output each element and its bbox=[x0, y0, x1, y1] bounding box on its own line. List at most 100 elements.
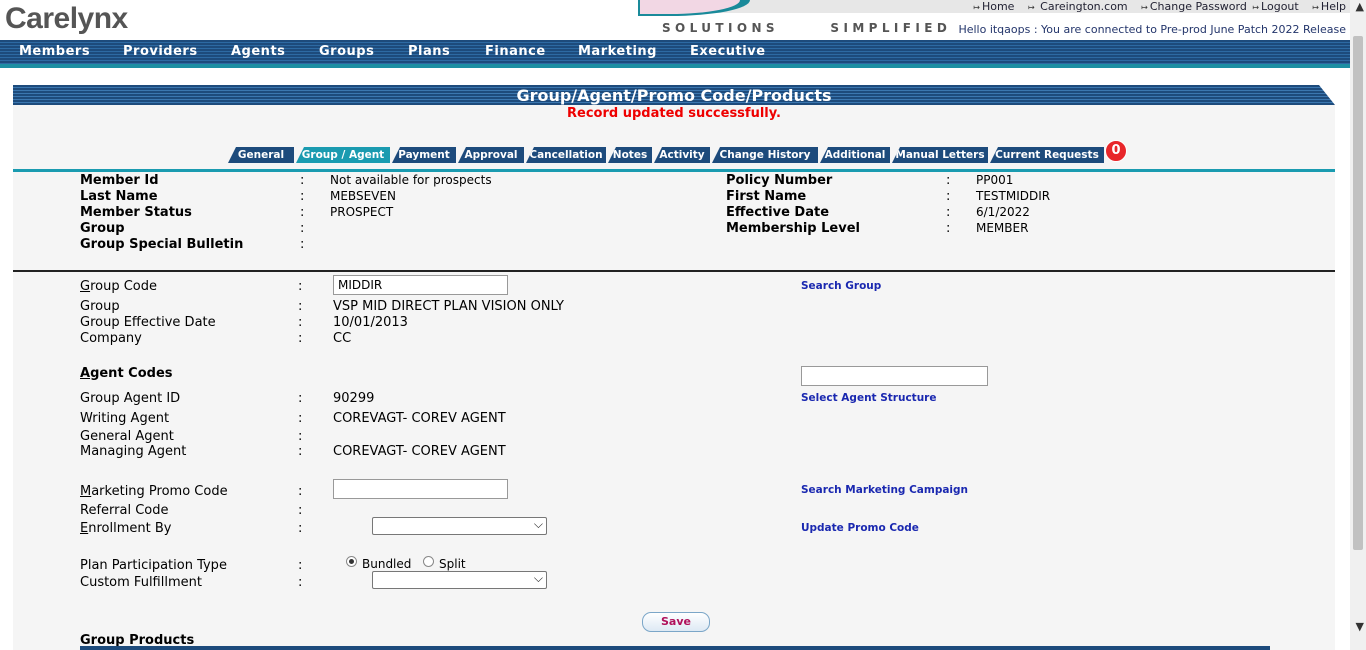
scroll-up-icon[interactable]: ▲ bbox=[1356, 0, 1364, 13]
scrollbar[interactable]: ▲ ▼ bbox=[1350, 0, 1366, 650]
tab-group-agent[interactable]: Group / Agent bbox=[296, 147, 390, 163]
group-bulletin-label: Group Special Bulletin bbox=[80, 237, 244, 252]
tab-change-history[interactable]: Change History bbox=[712, 147, 818, 163]
nav-marketing[interactable]: Marketing bbox=[578, 44, 657, 59]
arrow-icon: ↦ bbox=[1141, 3, 1148, 12]
careington-link[interactable]: ↦ Careington.com bbox=[1028, 0, 1128, 13]
save-button[interactable]: Save bbox=[642, 612, 710, 632]
arrow-icon: ↦ bbox=[973, 3, 980, 12]
plan-participation-label: Plan Participation Type bbox=[80, 558, 227, 573]
colon: : bbox=[946, 189, 951, 204]
nav-providers[interactable]: Providers bbox=[123, 44, 198, 59]
group-code-label: Group Code bbox=[80, 279, 157, 294]
marketing-promo-code-input[interactable] bbox=[333, 479, 508, 499]
last-name-label: Last Name bbox=[80, 189, 158, 204]
tab-approval[interactable]: Approval bbox=[458, 147, 524, 163]
marketing-promo-code-label: Marketing Promo Code bbox=[80, 484, 228, 499]
colon: : bbox=[300, 173, 305, 188]
tab-manual-letters[interactable]: Manual Letters bbox=[892, 147, 988, 163]
tab-general[interactable]: General bbox=[228, 147, 294, 163]
header: Carelynx ↦ Home ↦ Careington.com ↦ Change … bbox=[0, 0, 1350, 40]
colon: : bbox=[298, 411, 303, 426]
general-agent-label: General Agent bbox=[80, 429, 174, 444]
colon: : bbox=[300, 221, 305, 236]
member-status-value: PROSPECT bbox=[330, 205, 394, 219]
arrow-icon: ↦ bbox=[1312, 3, 1319, 12]
tab-payment[interactable]: Payment bbox=[392, 147, 456, 163]
colon: : bbox=[300, 237, 305, 252]
select-agent-structure-link[interactable]: Select Agent Structure bbox=[801, 392, 936, 404]
group-effective-date-label: Group Effective Date bbox=[80, 315, 216, 330]
referral-code-label: Referral Code bbox=[80, 503, 169, 518]
member-id-label: Member Id bbox=[80, 173, 159, 188]
group-agent-id-value: 90299 bbox=[333, 391, 375, 406]
home-link[interactable]: ↦ Home bbox=[973, 0, 1014, 13]
colon: : bbox=[298, 444, 303, 459]
update-promo-code-link[interactable]: Update Promo Code bbox=[801, 522, 919, 534]
member-id-value: Not available for prospects bbox=[330, 173, 492, 187]
nav-plans[interactable]: Plans bbox=[408, 44, 450, 59]
first-name-label: First Name bbox=[726, 189, 807, 204]
nav-members[interactable]: Members bbox=[19, 44, 90, 59]
policy-number-label: Policy Number bbox=[726, 173, 833, 188]
group-effective-date-value: 10/01/2013 bbox=[333, 315, 408, 330]
bundled-radio[interactable] bbox=[346, 556, 357, 567]
colon: : bbox=[298, 575, 303, 590]
nav-executive[interactable]: Executive bbox=[690, 44, 766, 59]
tab-cancellation[interactable]: Cancellation bbox=[526, 147, 606, 163]
writing-agent-value: COREVAGT- COREV AGENT bbox=[333, 411, 506, 426]
colon: : bbox=[298, 503, 303, 518]
writing-agent-label: Writing Agent bbox=[80, 411, 170, 426]
colon: : bbox=[298, 429, 303, 444]
logout-link[interactable]: ↦ Logout bbox=[1252, 0, 1298, 13]
effective-date-value: 6/1/2022 bbox=[976, 205, 1030, 219]
chevron-down-icon: ⌵ bbox=[533, 571, 543, 585]
group-label: Group bbox=[80, 221, 125, 236]
split-radio[interactable] bbox=[423, 556, 434, 567]
group-name-value: VSP MID DIRECT PLAN VISION ONLY bbox=[333, 299, 564, 314]
effective-date-label: Effective Date bbox=[726, 205, 830, 220]
managing-agent-label: Managing Agent bbox=[80, 444, 187, 459]
main-nav: Members Providers Agents Groups Plans Fi… bbox=[0, 40, 1350, 68]
carelynx-logo[interactable]: Carelynx bbox=[5, 2, 128, 36]
custom-fulfillment-select[interactable]: ⌵ bbox=[372, 571, 547, 589]
enrollment-by-select[interactable]: ⌵ bbox=[372, 517, 547, 535]
requests-count-badge[interactable]: 0 bbox=[1105, 140, 1127, 162]
colon: : bbox=[300, 189, 305, 204]
search-group-link[interactable]: Search Group bbox=[801, 280, 881, 292]
bundled-label: Bundled bbox=[362, 557, 412, 571]
help-link[interactable]: ↦ Help bbox=[1312, 0, 1346, 13]
tab-current-requests[interactable]: Current Requests bbox=[990, 147, 1104, 163]
scroll-thumb[interactable] bbox=[1353, 36, 1363, 550]
search-marketing-campaign-link[interactable]: Search Marketing Campaign bbox=[801, 484, 968, 496]
page-title: Group/Agent/Promo Code/Products bbox=[516, 86, 832, 105]
company-value: CC bbox=[333, 331, 352, 346]
section-divider bbox=[13, 270, 1335, 272]
nav-groups[interactable]: Groups bbox=[319, 44, 374, 59]
colon: : bbox=[298, 315, 303, 330]
group-code-input[interactable] bbox=[333, 275, 508, 295]
colon: : bbox=[298, 279, 303, 294]
change-password-link[interactable]: ↦ Change Password bbox=[1141, 0, 1247, 13]
tab-additional[interactable]: Additional bbox=[820, 147, 890, 163]
split-label: Split bbox=[439, 557, 466, 571]
arrow-icon: ↦ bbox=[1027, 3, 1035, 12]
tagline: SOLUTIONS SIMPLIFIED bbox=[662, 21, 952, 35]
member-status-label: Member Status bbox=[80, 205, 192, 220]
agent-search-input[interactable] bbox=[801, 366, 988, 386]
agent-codes-heading: Agent Codes bbox=[80, 366, 173, 381]
arrow-icon: ↦ bbox=[1252, 3, 1260, 12]
top-links: ↦ Home ↦ Careington.com ↦ Change Password … bbox=[963, 0, 1346, 13]
tab-activity[interactable]: Activity bbox=[654, 147, 710, 163]
colon: : bbox=[298, 521, 303, 536]
greeting: Hello itqaops : You are connected to Pre… bbox=[958, 23, 1346, 36]
colon: : bbox=[946, 173, 951, 188]
colon: : bbox=[298, 558, 303, 573]
scroll-down-icon[interactable]: ▼ bbox=[1356, 620, 1364, 633]
colon: : bbox=[946, 205, 951, 220]
colon: : bbox=[298, 484, 303, 499]
group-agent-id-label: Group Agent ID bbox=[80, 391, 181, 406]
first-name-value: TESTMIDDIR bbox=[976, 189, 1051, 203]
nav-finance[interactable]: Finance bbox=[485, 44, 546, 59]
nav-agents[interactable]: Agents bbox=[231, 44, 285, 59]
